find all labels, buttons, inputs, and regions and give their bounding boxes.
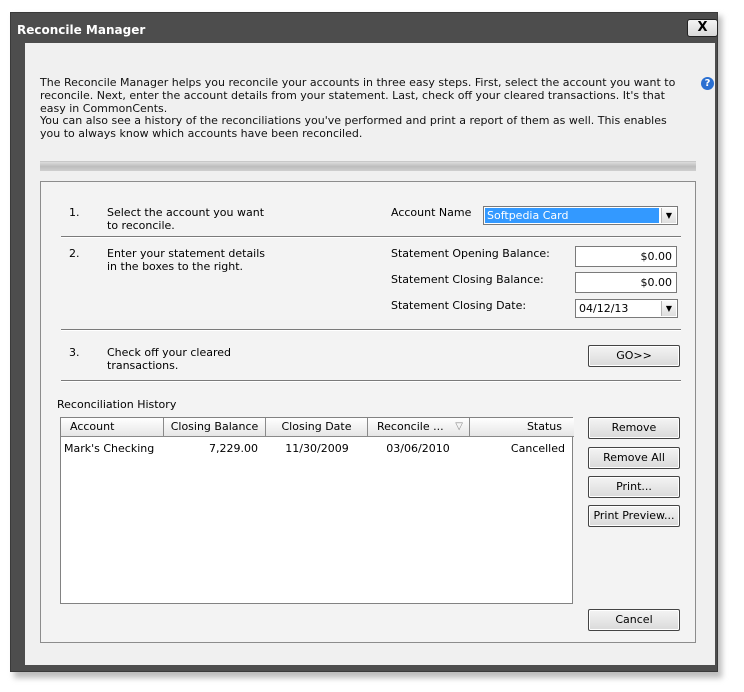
table-header: Account Closing Balance Closing Date Rec… (61, 418, 574, 437)
column-header-reconcile-date[interactable]: Reconcile ... ▽ (368, 418, 470, 437)
step-2-text: Enter your statement details in the boxe… (107, 247, 266, 273)
closing-date-label: Statement Closing Date: (391, 299, 527, 312)
dialog-client: The Reconcile Manager helps you reconcil… (25, 43, 715, 665)
opening-balance-label: Statement Opening Balance: (391, 247, 550, 260)
reconcile-panel: 1. Select the account you want to reconc… (40, 181, 696, 643)
row-closing-balance: 7,229.00 (209, 442, 258, 455)
remove-button[interactable]: Remove (588, 417, 680, 439)
opening-balance-field[interactable]: $0.00 (575, 246, 677, 267)
step-1-number: 1. (69, 206, 80, 219)
account-name-value: Softpedia Card (485, 208, 659, 223)
intro-paragraph-1: The Reconcile Manager helps you reconcil… (40, 76, 676, 115)
column-header-account[interactable]: Account (61, 418, 164, 437)
closing-balance-field[interactable]: $0.00 (575, 272, 677, 293)
help-icon[interactable]: ? (701, 77, 714, 90)
closing-date-value: 04/12/13 (579, 302, 629, 315)
closing-balance-label: Statement Closing Balance: (391, 273, 544, 286)
row-status: Cancelled (510, 442, 565, 455)
chevron-down-icon[interactable]: ▼ (661, 301, 676, 316)
intro-paragraph-2: You can also see a history of the reconc… (40, 114, 667, 140)
closing-date-picker[interactable]: 04/12/13 ▼ (575, 299, 678, 318)
reconciliation-history-table[interactable]: Account Closing Balance Closing Date Rec… (60, 417, 574, 604)
sort-desc-icon: ▽ (455, 421, 463, 432)
account-name-label: Account Name (391, 206, 472, 219)
history-label: Reconciliation History (57, 398, 177, 411)
go-button[interactable]: GO>> (588, 345, 680, 367)
header-strip (40, 161, 696, 171)
account-name-dropdown[interactable]: Softpedia Card ▼ (483, 206, 678, 225)
row-reconcile-date: 03/06/2010 (386, 442, 450, 455)
cancel-button[interactable]: Cancel (588, 609, 680, 631)
divider (61, 329, 681, 331)
column-header-status[interactable]: Status (470, 418, 574, 437)
print-preview-button[interactable]: Print Preview... (588, 505, 680, 527)
row-closing-date: 11/30/2009 (285, 442, 349, 455)
step-3-number: 3. (69, 346, 80, 359)
row-account: Mark's Checking (64, 442, 155, 455)
divider (61, 236, 681, 238)
column-header-closing-date[interactable]: Closing Date (266, 418, 368, 437)
title-bar[interactable]: Reconcile Manager X (11, 13, 718, 47)
print-button[interactable]: Print... (588, 476, 680, 498)
remove-all-button[interactable]: Remove All (588, 447, 680, 469)
step-2-number: 2. (69, 247, 80, 260)
column-header-closing-balance[interactable]: Closing Balance (164, 418, 266, 437)
reconcile-manager-window: Reconcile Manager X The Reconcile Manage… (10, 12, 718, 672)
step-1-text: Select the account you want to reconcile… (107, 206, 265, 232)
chevron-down-icon[interactable]: ▼ (661, 208, 676, 223)
close-button[interactable]: X (687, 19, 718, 37)
window-title: Reconcile Manager (17, 23, 146, 37)
step-3-text: Check off your cleared transactions. (107, 346, 232, 372)
divider (61, 380, 681, 382)
column-header-reconcile-label: Reconcile ... (377, 420, 444, 433)
